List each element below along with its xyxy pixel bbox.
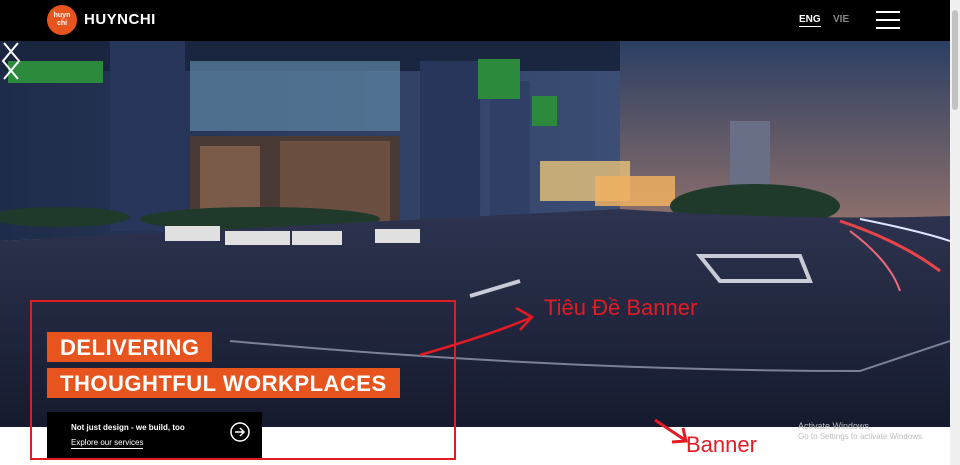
logo-badge[interactable]: huyn chi [47, 5, 77, 35]
annotation-banner-title-label: Tiêu Đề Banner [544, 295, 698, 320]
activate-windows-subtitle: Go to Settings to activate Windows. [798, 432, 925, 441]
logo-text[interactable]: HUYNCHI [84, 11, 156, 28]
logo-badge-top: huyn [53, 12, 71, 19]
annotation-box [30, 300, 456, 460]
activate-windows-title: Activate Windows [798, 421, 870, 431]
page-scrollbar[interactable] [950, 0, 960, 465]
menu-icon[interactable] [876, 11, 900, 29]
lang-eng-link[interactable]: ENG [799, 14, 821, 27]
lang-vie-link[interactable]: VIE [833, 14, 849, 25]
next-slide-icon[interactable] [0, 41, 22, 81]
scrollbar-thumb[interactable] [952, 10, 958, 110]
logo-badge-bottom: chi [56, 20, 68, 27]
annotation-banner-label: Banner [686, 432, 757, 457]
site-header: huyn chi HUYNCHI ENG VIE [0, 0, 950, 41]
